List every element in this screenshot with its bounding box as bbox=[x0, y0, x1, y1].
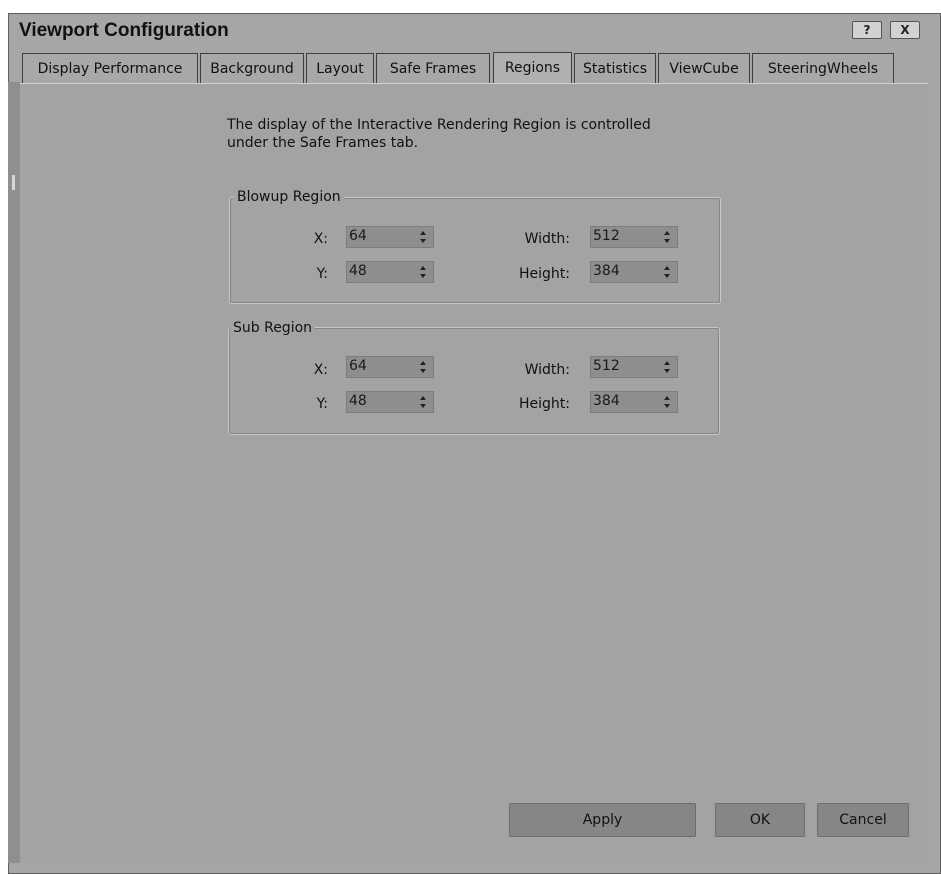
spinner-arrows-icon[interactable] bbox=[663, 395, 671, 409]
close-icon: X bbox=[900, 23, 910, 37]
tab-label: Statistics bbox=[583, 60, 647, 77]
spinner-arrows-icon[interactable] bbox=[663, 360, 671, 374]
tab-display-performance[interactable]: Display Performance bbox=[22, 53, 198, 83]
sub-width-value: 512 bbox=[593, 358, 620, 374]
blowup-width-label: Width: bbox=[524, 231, 570, 247]
sub-width-spinner[interactable]: 512 bbox=[590, 356, 678, 378]
blowup-height-spinner[interactable]: 384 bbox=[590, 261, 678, 283]
tab-background[interactable]: Background bbox=[200, 53, 304, 83]
sub-x-spinner[interactable]: 64 bbox=[346, 356, 434, 378]
sub-y-value: 48 bbox=[349, 393, 367, 409]
close-button[interactable]: X bbox=[890, 21, 920, 39]
tab-safe-frames[interactable]: Safe Frames bbox=[376, 53, 490, 83]
description-line: under the Safe Frames tab. bbox=[227, 135, 419, 151]
blowup-region-group bbox=[229, 197, 721, 304]
dialog-title: Viewport Configuration bbox=[19, 20, 229, 41]
blowup-width-spinner[interactable]: 512 bbox=[590, 226, 678, 248]
sub-y-spinner[interactable]: 48 bbox=[346, 391, 434, 413]
help-button[interactable]: ? bbox=[852, 21, 882, 39]
sub-x-label: X: bbox=[313, 362, 328, 378]
left-edge bbox=[8, 82, 20, 863]
help-icon: ? bbox=[863, 23, 871, 37]
left-edge-highlight bbox=[12, 175, 15, 190]
sub-height-value: 384 bbox=[593, 393, 620, 409]
sub-region-title: Sub Region bbox=[230, 320, 316, 336]
regions-description: The display of the Interactive Rendering… bbox=[227, 116, 747, 152]
tab-label: Background bbox=[210, 60, 294, 77]
blowup-y-spinner[interactable]: 48 bbox=[346, 261, 434, 283]
apply-button[interactable]: Apply bbox=[509, 803, 696, 837]
tab-label: Safe Frames bbox=[389, 60, 477, 77]
tab-statistics[interactable]: Statistics bbox=[574, 53, 656, 83]
tab-label: Display Performance bbox=[37, 60, 183, 77]
cancel-button[interactable]: Cancel bbox=[817, 803, 909, 837]
blowup-y-value: 48 bbox=[349, 263, 367, 279]
tab-label: ViewCube bbox=[669, 60, 739, 77]
sub-width-label: Width: bbox=[524, 362, 570, 378]
spinner-arrows-icon[interactable] bbox=[663, 230, 671, 244]
tab-viewcube[interactable]: ViewCube bbox=[658, 53, 750, 83]
sub-x-value: 64 bbox=[349, 358, 367, 374]
spinner-arrows-icon[interactable] bbox=[419, 395, 427, 409]
tab-label: Regions bbox=[504, 60, 561, 76]
description-line: The display of the Interactive Rendering… bbox=[227, 117, 651, 133]
spinner-arrows-icon[interactable] bbox=[419, 360, 427, 374]
sub-region-group bbox=[228, 327, 720, 435]
sub-height-label: Height: bbox=[519, 396, 570, 412]
tab-label: SteeringWheels bbox=[767, 60, 879, 77]
blowup-height-label: Height: bbox=[519, 266, 570, 282]
blowup-width-value: 512 bbox=[593, 228, 620, 244]
blowup-x-spinner[interactable]: 64 bbox=[346, 226, 434, 248]
blowup-y-label: Y: bbox=[316, 266, 328, 282]
sub-y-label: Y: bbox=[316, 396, 328, 412]
tab-layout[interactable]: Layout bbox=[306, 53, 374, 83]
tab-label: Layout bbox=[316, 60, 364, 77]
spinner-arrows-icon[interactable] bbox=[419, 230, 427, 244]
blowup-x-value: 64 bbox=[349, 228, 367, 244]
spinner-arrows-icon[interactable] bbox=[419, 265, 427, 279]
tab-regions[interactable]: Regions bbox=[493, 52, 572, 83]
spinner-arrows-icon[interactable] bbox=[663, 265, 671, 279]
sub-height-spinner[interactable]: 384 bbox=[590, 391, 678, 413]
blowup-region-title: Blowup Region bbox=[234, 189, 344, 205]
tab-steeringwheels[interactable]: SteeringWheels bbox=[752, 53, 894, 83]
blowup-height-value: 384 bbox=[593, 263, 620, 279]
ok-button[interactable]: OK bbox=[715, 803, 805, 837]
blowup-x-label: X: bbox=[313, 231, 328, 247]
